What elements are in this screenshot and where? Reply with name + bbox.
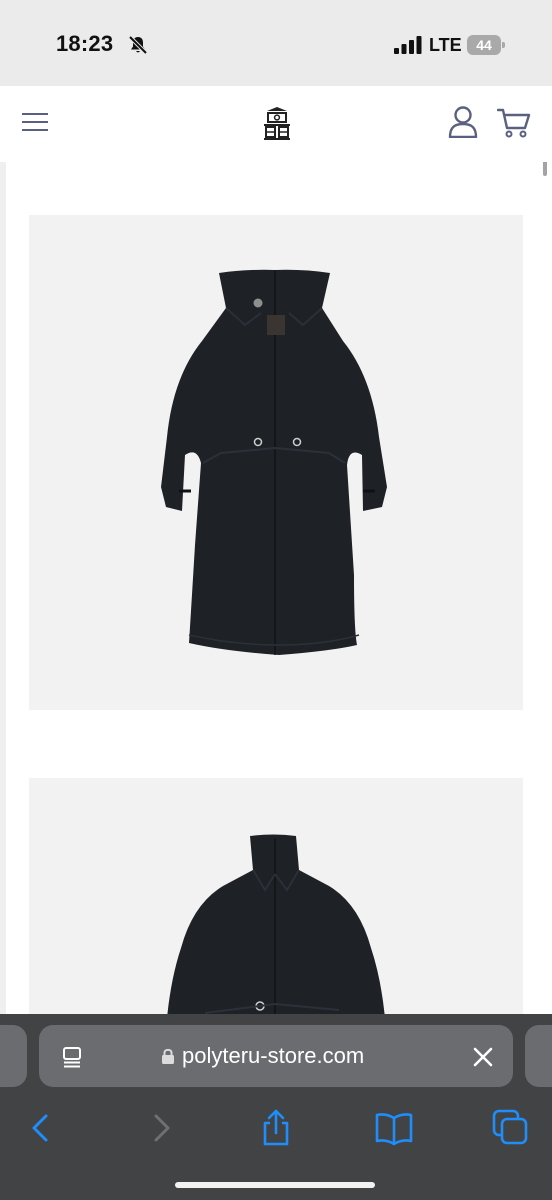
page-content: [0, 162, 552, 1014]
lock-icon: [162, 1048, 174, 1064]
account-icon[interactable]: [448, 106, 478, 138]
tabs-icon[interactable]: [491, 1108, 531, 1148]
scrollbar[interactable]: [543, 162, 547, 176]
bell-slash-icon: [128, 35, 148, 55]
next-tab[interactable]: [525, 1025, 552, 1087]
url-text[interactable]: polyteru-store.com: [182, 1043, 364, 1069]
browser-url-bar: polyteru-store.com: [0, 1014, 552, 1090]
page-edge: [0, 162, 6, 1014]
menu-icon[interactable]: [22, 112, 48, 132]
forward-icon[interactable]: [140, 1108, 180, 1148]
address-bar[interactable]: polyteru-store.com: [39, 1025, 513, 1087]
page-menu-icon[interactable]: [62, 1046, 84, 1068]
status-time: 18:23: [56, 31, 114, 56]
product-image-coat[interactable]: [29, 215, 523, 710]
store-logo[interactable]: [263, 106, 291, 140]
home-indicator: [175, 1182, 375, 1188]
previous-tab[interactable]: [0, 1025, 27, 1087]
bookmarks-icon[interactable]: [374, 1108, 414, 1148]
battery-icon: 44: [467, 35, 505, 55]
cart-icon[interactable]: [497, 107, 531, 139]
status-bar: 18:23 LTE 44: [0, 0, 552, 86]
back-icon[interactable]: [22, 1108, 62, 1148]
battery-level: 44: [476, 37, 492, 53]
share-icon[interactable]: [256, 1108, 296, 1148]
site-header: [0, 86, 552, 162]
product-image-coat-2[interactable]: [29, 778, 523, 1014]
network-type: LTE: [429, 35, 462, 55]
close-icon[interactable]: [473, 1047, 493, 1067]
signal-icon: [394, 36, 422, 54]
browser-toolbar: [0, 1090, 552, 1200]
